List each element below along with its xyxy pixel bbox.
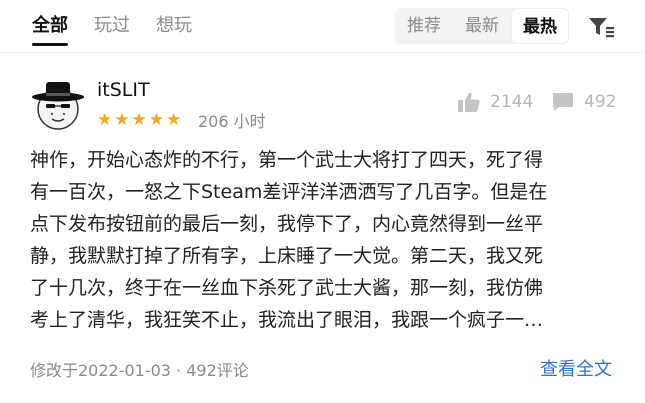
review-meta: 修改于2022-01-03 · 492评论 [30,361,249,380]
review-text-line: 了十几次，终于在一丝血下杀死了武士大酱，那一刻，我仿佛 [30,277,544,299]
review-text-line: 神作，开始心态炸的不行，第一个武士大将打了四天，死了得 [30,149,544,171]
tab-played[interactable]: 玩过 [94,14,130,38]
sort-recommended[interactable]: 推荐 [395,8,453,44]
review-text-line: 考上了清华，我狂笑不止，我流出了眼泪，我跟一个疯子一… [30,309,544,331]
comment-icon [553,93,573,111]
sort-segmented-control: 推荐 最新 最热 [395,8,569,44]
sort-newest[interactable]: 最新 [453,8,511,44]
review-text[interactable]: 神作，开始心态炸的不行，第一个武士大将打了四天，死了得 有一百次，一怒之下Ste… [30,144,615,336]
thumbs-up-icon [458,92,480,112]
sort-hottest[interactable]: 最热 [511,8,569,44]
comment-button[interactable]: 492 [552,92,616,112]
review-text-line: 有一百次，一怒之下Steam差评洋洋洒洒写了几百字。但是在 [30,181,548,203]
view-full-text-link[interactable]: 查看全文 [540,355,612,381]
review-filter-tabs: 全部 玩过 想玩 [32,14,192,46]
star-icon: ★ [97,110,113,130]
star-icon: ★ [166,110,182,130]
review-text-line: 点下发布按钮前的最后一刻，我停下了，内心竟然得到一丝平 [30,213,544,235]
avatar[interactable] [30,76,86,132]
like-count: 2144 [490,92,534,112]
username[interactable]: itSLIT [97,79,150,101]
star-icon: ★ [114,110,130,130]
header-divider [0,52,645,53]
comment-count: 492 [584,92,617,112]
star-icon: ★ [148,110,164,130]
review-text-line: 静，我默默打掉了所有字，上床睡了一大觉。第二天，我又死 [30,245,544,267]
tab-want-to-play[interactable]: 想玩 [156,14,192,38]
play-time: 206 小时 [198,112,266,131]
star-icon: ★ [131,110,147,130]
like-button[interactable]: 2144 [458,92,533,112]
tab-all[interactable]: 全部 [32,14,68,46]
rating-stars: ★ ★ ★ ★ ★ [97,110,181,130]
filter-icon[interactable] [588,16,614,38]
